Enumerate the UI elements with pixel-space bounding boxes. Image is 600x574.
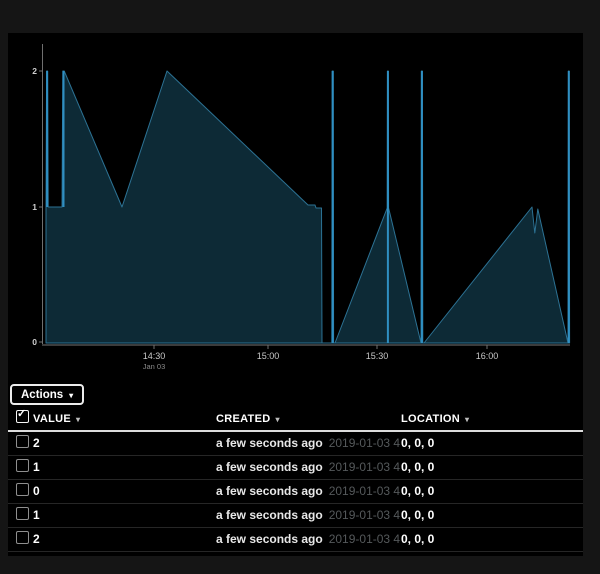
value-cell: 1 <box>33 503 216 527</box>
created-cell: a few seconds ago2019-01-03 4:21:46 p... <box>216 503 401 527</box>
created-cell: a few seconds ago2019-01-03 4:22:08 ... <box>216 455 401 479</box>
column-header-created[interactable]: CREATED ▾ <box>216 413 280 425</box>
created-cell: a few seconds ago2019-01-03 4:21:42 p... <box>216 527 401 551</box>
x-axis-label: 16:00 <box>476 351 499 361</box>
row-checkbox[interactable] <box>16 483 29 496</box>
table-row: 2 a few seconds ago2019-01-03 4:21:42 p.… <box>8 527 583 551</box>
column-header-label: CREATED <box>216 413 270 425</box>
location-cell: 0, 0, 0 <box>401 455 583 479</box>
location-cell: 0, 0, 0 <box>401 479 583 503</box>
location-cell: 0, 0, 0 <box>401 431 583 455</box>
caret-down-icon: ▾ <box>76 415 80 424</box>
x-tick-group: 14:30 Jan 03 <box>143 345 166 371</box>
table-row: 2 a few seconds ago2019-01-03 4:22:12 p.… <box>8 431 583 455</box>
y-axis-label: 2 <box>32 66 37 76</box>
y-axis-label: 0 <box>32 337 37 347</box>
column-header-location[interactable]: LOCATION ▾ <box>401 413 469 425</box>
x-axis-date-label: Jan 03 <box>143 362 166 371</box>
x-axis-label: 15:30 <box>366 351 389 361</box>
y-axis-label: 1 <box>32 202 37 212</box>
table-row: 1 a few seconds ago2019-01-03 4:21:46 p.… <box>8 503 583 527</box>
value-time-series-chart: 2 1 0 14:30 Jan 03 15:00 15:30 16:00 <box>8 33 583 373</box>
value-cell: 2 <box>33 431 216 455</box>
caret-down-icon: ▾ <box>275 415 279 424</box>
value-cell: 2 <box>33 527 216 551</box>
row-checkbox[interactable] <box>16 435 29 448</box>
x-axis-label: 14:30 <box>143 351 166 361</box>
x-tick-group: 15:30 <box>366 345 389 361</box>
x-axis-label: 15:00 <box>257 351 280 361</box>
area-series <box>46 71 570 343</box>
checkmark-icon: ✓ <box>17 409 26 420</box>
row-checkbox[interactable] <box>16 459 29 472</box>
table-row: 0 a few seconds ago2019-01-03 4:21:50 p.… <box>8 479 583 503</box>
row-checkbox[interactable] <box>16 531 29 544</box>
x-tick-group: 15:00 <box>257 345 280 361</box>
actions-button-label: Actions <box>21 389 63 401</box>
row-checkbox[interactable] <box>16 507 29 520</box>
created-cell: a few seconds ago2019-01-03 4:22:12 p... <box>216 431 401 455</box>
location-cell: 0, 0, 0 <box>401 503 583 527</box>
actions-button[interactable]: Actions ▾ <box>10 384 84 405</box>
caret-down-icon: ▾ <box>69 392 73 400</box>
created-cell: a few seconds ago2019-01-03 4:21:50 p... <box>216 479 401 503</box>
location-cell: 0, 0, 0 <box>401 527 583 551</box>
dashboard-panel: 2 1 0 14:30 Jan 03 15:00 15:30 16:00 Act… <box>8 33 583 556</box>
column-header-label: LOCATION <box>401 413 460 425</box>
x-tick-group: 16:00 <box>476 345 499 361</box>
table-header-row: ✓ VALUE ▾ CREATED ▾ <box>8 405 583 431</box>
select-all-checkbox[interactable]: ✓ <box>16 410 29 423</box>
table-row: 1 a few seconds ago2019-01-03 4:22:08 ..… <box>8 455 583 479</box>
value-cell: 1 <box>33 455 216 479</box>
column-header-label: VALUE <box>33 413 71 425</box>
caret-down-icon: ▾ <box>465 415 469 424</box>
value-cell: 0 <box>33 479 216 503</box>
column-header-value[interactable]: VALUE ▾ <box>33 413 80 425</box>
records-table: ✓ VALUE ▾ CREATED ▾ <box>8 405 583 552</box>
